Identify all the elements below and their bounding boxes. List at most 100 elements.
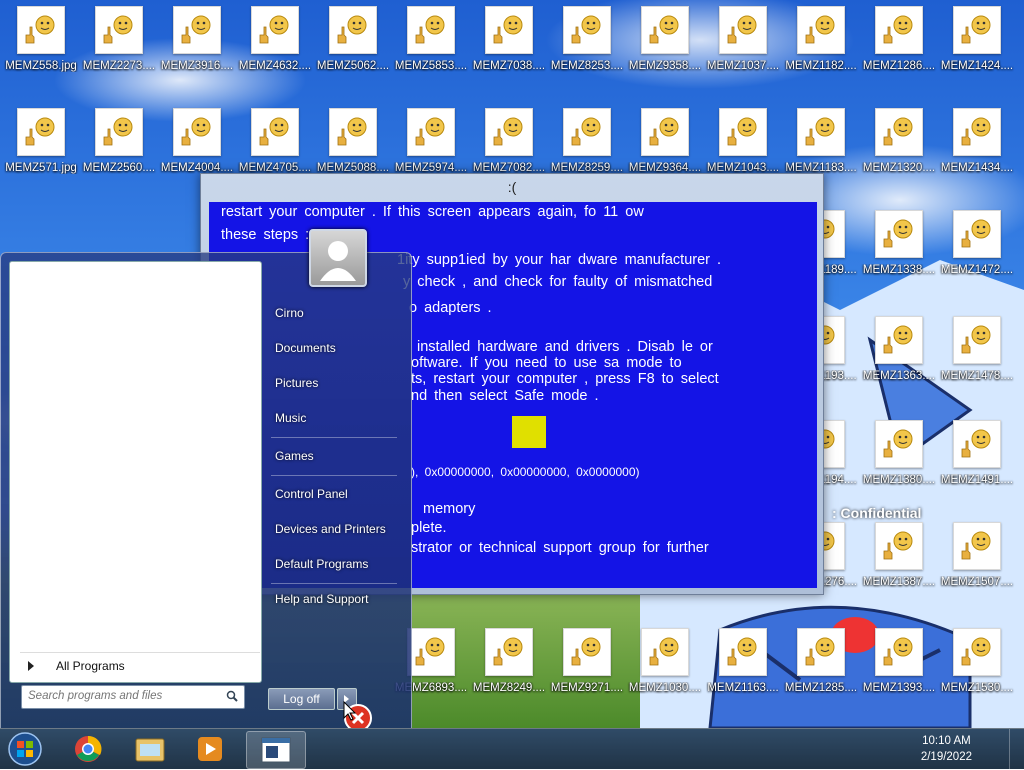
desktop-icon[interactable]: MEMZ1163.... <box>704 628 782 698</box>
desktop-icon-label: MEMZ2273.... <box>82 60 156 72</box>
desktop-icon[interactable]: MEMZ1387.... <box>860 522 938 592</box>
desktop-icon-label: MEMZ558.jpg <box>5 60 77 72</box>
desktop-icon[interactable]: MEMZ1182.... <box>782 6 860 76</box>
system-clock[interactable]: 10:10 AM 2/19/2022 <box>921 733 972 765</box>
desktop-icon[interactable]: MEMZ1434.... <box>938 108 1016 178</box>
desktop-icon[interactable]: MEMZ9271.... <box>548 628 626 698</box>
bsod-line: these steps : <box>221 227 310 243</box>
start-link-help-support[interactable]: Help and Support <box>265 586 415 612</box>
desktop-icon-label: MEMZ1363.... <box>862 370 936 382</box>
desktop-icon[interactable]: MEMZ5088.... <box>314 108 392 178</box>
desktop-icon[interactable]: MEMZ1043.... <box>704 108 782 178</box>
error-icon <box>343 700 372 728</box>
desktop-icon[interactable]: MEMZ8259.... <box>548 108 626 178</box>
smiley-thumbs-icon <box>17 108 65 156</box>
desktop-icon[interactable]: MEMZ2273.... <box>80 6 158 76</box>
desktop-icon[interactable]: MEMZ1030.... <box>626 628 704 698</box>
smiley-thumbs-icon <box>407 6 455 54</box>
smiley-thumbs-icon <box>251 108 299 156</box>
desktop-icon[interactable]: MEMZ9358.... <box>626 6 704 76</box>
desktop-icon[interactable]: MEMZ5974.... <box>392 108 470 178</box>
bsod-line: restart your computer . If this screen a… <box>221 204 644 220</box>
smiley-thumbs-icon <box>797 108 845 156</box>
start-link-default-programs[interactable]: Default Programs <box>265 551 415 577</box>
smiley-thumbs-icon <box>407 108 455 156</box>
memz-window-icon[interactable] <box>246 731 306 769</box>
file-explorer-icon[interactable] <box>122 731 178 767</box>
desktop-icon[interactable]: MEMZ1491.... <box>938 420 1016 490</box>
clock-date: 2/19/2022 <box>920 751 972 763</box>
desktop-icon[interactable]: MEMZ1338.... <box>860 210 938 280</box>
smiley-thumbs-icon <box>641 628 689 676</box>
desktop-icon[interactable]: MEMZ5062.... <box>314 6 392 76</box>
desktop-icon[interactable]: MEMZ1037.... <box>704 6 782 76</box>
show-desktop-button[interactable] <box>1009 729 1024 769</box>
start-link-music[interactable]: Music <box>265 405 415 431</box>
desktop-icon[interactable]: MEMZ558.jpg <box>2 6 80 76</box>
desktop-icon[interactable]: MEMZ1183.... <box>782 108 860 178</box>
bsod-line: o adapters . <box>409 300 492 316</box>
smiley-thumbs-icon <box>251 6 299 54</box>
desktop-icon[interactable]: MEMZ571.jpg <box>2 108 80 178</box>
desktop-icon[interactable]: MEMZ8249.... <box>470 628 548 698</box>
start-menu: All Programs Cirno Documents Pictures Mu… <box>0 229 415 728</box>
chrome-icon[interactable] <box>60 731 116 767</box>
all-programs-button[interactable]: All Programs <box>20 652 260 679</box>
smiley-thumbs-icon <box>17 6 65 54</box>
media-player-icon[interactable] <box>182 731 238 767</box>
start-link-devices-printers[interactable]: Devices and Printers <box>265 516 415 542</box>
start-link-control-panel[interactable]: Control Panel <box>265 481 415 507</box>
desktop-icon[interactable]: MEMZ1380.... <box>860 420 938 490</box>
bsod-line: plete. <box>411 520 447 536</box>
desktop-icon[interactable]: MEMZ4632.... <box>236 6 314 76</box>
desktop-icon[interactable]: MEMZ5853.... <box>392 6 470 76</box>
desktop-icon[interactable]: MEMZ1424.... <box>938 6 1016 76</box>
start-menu-programs-pane: All Programs <box>9 261 262 683</box>
desktop-icon[interactable]: MEMZ7082.... <box>470 108 548 178</box>
start-search-input[interactable] <box>22 686 224 706</box>
desktop-icon[interactable]: MEMZ1507.... <box>938 522 1016 592</box>
desktop-icon[interactable]: MEMZ4004.... <box>158 108 236 178</box>
desktop-icon[interactable]: MEMZ4705.... <box>236 108 314 178</box>
windows-start-icon[interactable] <box>6 731 44 767</box>
desktop-icon-label: MEMZ1530.... <box>940 682 1014 694</box>
desktop-icon[interactable]: MEMZ2560.... <box>80 108 158 178</box>
smiley-thumbs-icon <box>95 6 143 54</box>
start-link-pictures[interactable]: Pictures <box>265 370 415 396</box>
user-avatar[interactable] <box>309 229 367 287</box>
smiley-thumbs-icon <box>563 6 611 54</box>
desktop-icon[interactable]: MEMZ1285.... <box>782 628 860 698</box>
desktop-icon[interactable]: MEMZ1286.... <box>860 6 938 76</box>
desktop-icon[interactable]: MEMZ1472.... <box>938 210 1016 280</box>
desktop-icon[interactable]: MEMZ8253.... <box>548 6 626 76</box>
menu-divider <box>271 437 397 438</box>
desktop-icon[interactable]: MEMZ1393.... <box>860 628 938 698</box>
desktop-icon[interactable]: MEMZ1478.... <box>938 316 1016 386</box>
search-icon[interactable] <box>226 690 238 702</box>
start-link-documents[interactable]: Documents <box>265 335 415 361</box>
user-silhouette-icon <box>320 241 356 281</box>
smiley-thumbs-icon <box>953 316 1001 364</box>
start-link-user[interactable]: Cirno <box>265 300 415 326</box>
bsod-line: nd then select Safe mode . <box>411 388 599 404</box>
desktop-icon[interactable]: MEMZ1530.... <box>938 628 1016 698</box>
smiley-thumbs-icon <box>641 108 689 156</box>
smiley-thumbs-icon <box>875 628 923 676</box>
start-search-box[interactable] <box>21 685 245 709</box>
desktop-icon[interactable]: MEMZ7038.... <box>470 6 548 76</box>
desktop-icon[interactable]: MEMZ3916.... <box>158 6 236 76</box>
overlay-text-confidential: : Confidential <box>832 505 922 521</box>
bsod-line: memory <box>423 501 476 517</box>
smiley-thumbs-icon <box>875 316 923 364</box>
desktop-icon-label: MEMZ1472.... <box>940 264 1014 276</box>
desktop-icon-label: MEMZ571.jpg <box>5 162 77 174</box>
desktop[interactable]: MEMZ558.jpg MEMZ2273.... MEMZ3916.... MEMZ4… <box>0 0 1024 728</box>
smiley-thumbs-icon <box>719 628 767 676</box>
desktop-icon-label: MEMZ8249.... <box>472 682 546 694</box>
desktop-icon[interactable]: MEMZ1363.... <box>860 316 938 386</box>
bsod-window-title: :( <box>507 179 517 195</box>
start-link-games[interactable]: Games <box>265 443 415 469</box>
desktop-icon[interactable]: MEMZ1320.... <box>860 108 938 178</box>
desktop-icon[interactable]: MEMZ9364.... <box>626 108 704 178</box>
logoff-button[interactable]: Log off <box>268 688 335 710</box>
